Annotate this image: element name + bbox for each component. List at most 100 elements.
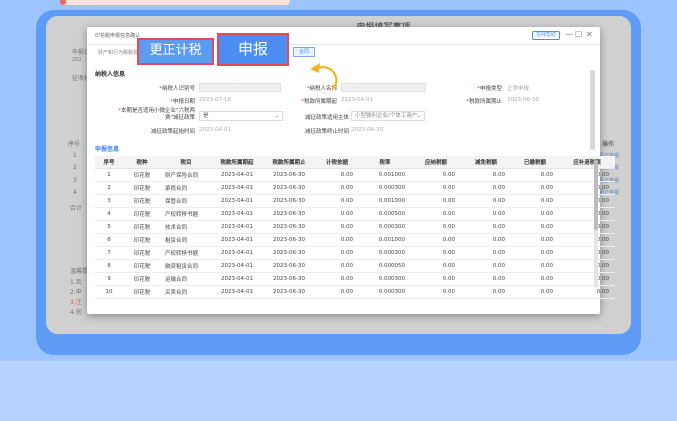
table-cell: 0.000300 bbox=[359, 220, 411, 234]
minimize-icon[interactable]: — bbox=[565, 30, 573, 40]
table-cell: 运输合同 bbox=[161, 272, 211, 286]
table-cell: 0.00 bbox=[461, 259, 511, 273]
period-start-label: *税款所属期起 bbox=[301, 99, 337, 105]
table-cell: 0.00 bbox=[461, 194, 511, 208]
table-row[interactable]: 9 印花税 运输合同 2023-04-01 2023-06-30 0.00 0.000300… bbox=[95, 272, 615, 286]
close-icon[interactable]: ✕ bbox=[586, 30, 593, 40]
table-row[interactable]: 6 印花税 租赁合同 2023-04-01 2023-06-30 0.00 0.001000… bbox=[95, 233, 615, 247]
table-cell: 0.00 bbox=[559, 194, 615, 208]
table-row[interactable]: 8 印花税 融资租赁合同 2023-04-01 2023-06-30 0.00 0.0000… bbox=[95, 259, 615, 273]
table-cell: 0.00 bbox=[411, 246, 461, 260]
table-cell: 0.00 bbox=[559, 220, 615, 234]
taxpayer-name-field bbox=[341, 83, 426, 92]
bottom-band bbox=[0, 360, 677, 421]
correct-tax-callout[interactable]: 更正计税 bbox=[137, 38, 214, 65]
column-header: 税种 bbox=[123, 156, 161, 169]
table-scrollbar-thumb[interactable] bbox=[594, 160, 598, 230]
table-cell: 印花税 bbox=[123, 207, 161, 221]
table-cell: 0.000300 bbox=[359, 246, 411, 260]
table-row[interactable]: 7 印花税 产权转移书据 2023-04-01 2023-06-30 0.00 0.0003… bbox=[95, 246, 615, 260]
table-cell: 0.00 bbox=[461, 168, 511, 182]
online-help-button[interactable]: 在线帮助 bbox=[532, 31, 560, 40]
table-cell: 产权转移书据 bbox=[161, 207, 211, 221]
table-row[interactable]: 10 印花税 买卖合同 2023-04-01 2023-06-30 0.00 0.00030… bbox=[95, 285, 615, 299]
table-cell: 融资租赁合同 bbox=[161, 259, 211, 273]
table-cell: 0.00 bbox=[315, 194, 359, 208]
table-cell: 0.00 bbox=[315, 168, 359, 182]
subject-select[interactable]: 小型微利企业/个体工商户 ⌄ bbox=[351, 111, 425, 121]
declare-date-label: *申报日期 bbox=[170, 99, 195, 105]
table-cell: 2023-06-30 bbox=[263, 272, 315, 286]
table-row[interactable]: 1 印花税 财产保险合同 2023-04-01 2023-06-30 0.00 0.0010… bbox=[95, 168, 615, 182]
table-cell: 0.00 bbox=[411, 259, 461, 273]
table-cell: 0.00 bbox=[411, 168, 461, 182]
table-cell: 1 bbox=[95, 168, 123, 182]
table-cell: 0.00 bbox=[461, 220, 511, 234]
table-cell: 2023-04-01 bbox=[211, 207, 263, 221]
table-cell: 印花税 bbox=[123, 168, 161, 182]
table-cell: 0.00 bbox=[315, 207, 359, 221]
declare-callout[interactable]: 申报 bbox=[217, 33, 289, 66]
table-cell: 0.00 bbox=[461, 181, 511, 195]
table-row[interactable]: 4 印花税 产权转移书据 2023-04-01 2023-06-30 0.00 0.0005… bbox=[95, 207, 615, 221]
table-cell: 印花税 bbox=[123, 220, 161, 234]
table-cell: 承揽合同 bbox=[161, 181, 211, 195]
table-cell: 0.00 bbox=[315, 259, 359, 273]
table-row[interactable]: 3 印花税 保管合同 2023-04-01 2023-06-30 0.00 0.001000… bbox=[95, 194, 615, 208]
reduce-start-label: 减征政策起始时间 bbox=[150, 129, 195, 135]
table-cell: 0.00 bbox=[461, 207, 511, 221]
table-row[interactable]: 5 印花税 技术合同 2023-04-01 2023-06-30 0.00 0.000300… bbox=[95, 220, 615, 234]
table-cell: 2023-06-30 bbox=[263, 285, 315, 299]
table-cell: 0.00 bbox=[411, 285, 461, 299]
taxpayer-section-title: 纳税人信息 bbox=[95, 71, 126, 78]
table-cell: 0.000300 bbox=[359, 285, 411, 299]
maximize-icon[interactable]: ☐ bbox=[575, 30, 582, 40]
reduce-end-value: 2023-06-30 bbox=[351, 127, 383, 133]
table-cell: 2023-06-30 bbox=[263, 194, 315, 208]
table-cell: 0.001000 bbox=[359, 233, 411, 247]
table-cell: 0.001000 bbox=[359, 194, 411, 208]
table-cell: 0.00 bbox=[461, 272, 511, 286]
table-cell: 2023-04-01 bbox=[211, 194, 263, 208]
table-cell: 2023-04-01 bbox=[211, 181, 263, 195]
column-header: 计税依据 bbox=[315, 156, 359, 169]
table-cell: 2023-04-01 bbox=[211, 168, 263, 182]
curved-arrow-icon bbox=[310, 63, 338, 90]
table-cell: 2023-06-30 bbox=[263, 181, 315, 195]
table-cell: 0.00 bbox=[511, 168, 559, 182]
table-cell: 0.00 bbox=[511, 220, 559, 234]
contract-button[interactable]: 合同 bbox=[293, 47, 315, 57]
table-cell: 0.00 bbox=[559, 285, 615, 299]
table-cell: 0.00 bbox=[511, 246, 559, 260]
table-cell: 0.00 bbox=[511, 233, 559, 247]
table-cell: 0.00 bbox=[559, 181, 615, 195]
declare-type-label: *申报类型 bbox=[477, 86, 502, 92]
table-cell: 0.00 bbox=[315, 220, 359, 234]
period-end-label: *税款所属期止 bbox=[466, 99, 502, 105]
table-cell: 2023-06-30 bbox=[263, 259, 315, 273]
table-cell: 2023-04-01 bbox=[211, 259, 263, 273]
table-cell: 0.00 bbox=[461, 246, 511, 260]
table-cell: 0.00 bbox=[411, 272, 461, 286]
table-cell: 2023-06-30 bbox=[263, 246, 315, 260]
table-cell: 0.000300 bbox=[359, 181, 411, 195]
column-header: 应纳税额 bbox=[411, 156, 461, 169]
table-cell: 0.00 bbox=[511, 207, 559, 221]
table-scrollbar[interactable] bbox=[594, 160, 598, 288]
policy-select[interactable]: 是 ⌄ bbox=[199, 111, 283, 121]
declare-section-title: 申报信息 bbox=[95, 146, 120, 153]
table-cell: 2023-06-30 bbox=[263, 233, 315, 247]
table-row[interactable]: 2 印花税 承揽合同 2023-04-01 2023-06-30 0.00 0.000300… bbox=[95, 181, 615, 195]
table-cell: 0.00 bbox=[511, 194, 559, 208]
table-cell: 0.000500 bbox=[359, 207, 411, 221]
declare-table: 序号 税种 税目 税款所属期起 税款所属期止 计税依据 税率 应纳税额 减免税额… bbox=[95, 156, 615, 299]
column-header: 应补退税额 bbox=[559, 156, 615, 169]
form-scrollbar[interactable] bbox=[590, 70, 595, 150]
table-cell: 6 bbox=[95, 233, 123, 247]
table-cell: 8 bbox=[95, 259, 123, 273]
subject-label: 减征政策适用主体 bbox=[304, 115, 349, 121]
table-cell: 0.00 bbox=[411, 194, 461, 208]
table-cell: 0.00 bbox=[411, 207, 461, 221]
period-end-value: 2023-06-30 bbox=[507, 97, 539, 103]
table-cell: 印花税 bbox=[123, 246, 161, 260]
